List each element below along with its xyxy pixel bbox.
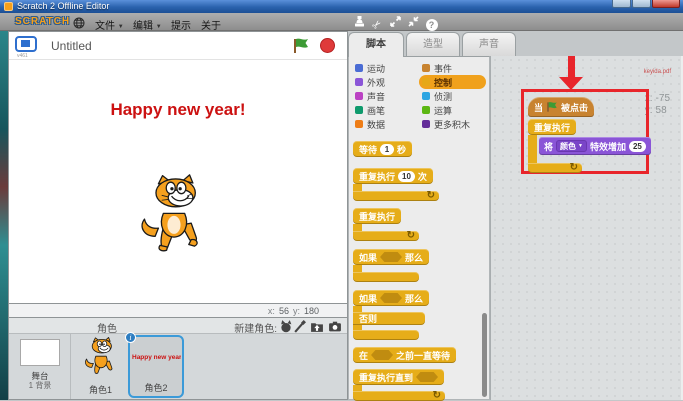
green-flag-icon (546, 101, 558, 113)
block-forever[interactable]: 重复执行 (353, 208, 401, 224)
cat-thumbnail (83, 336, 119, 378)
window-title: Scratch 2 Offline Editor (17, 1, 109, 11)
category-control[interactable]: 控制 (419, 75, 486, 89)
category-list: 运动 事件 外观 控制 声音 侦测 画笔 运算 数据 更多积木 (352, 61, 488, 131)
category-sensing[interactable]: 侦测 (419, 89, 486, 103)
cat-sprite[interactable] (136, 174, 212, 256)
boolean-slot (371, 350, 393, 360)
close-button[interactable] (652, 0, 680, 8)
sprite2-thumbnail-text: Happy new year! (132, 354, 181, 361)
menu-about[interactable]: 关于 (201, 17, 221, 32)
upload-sprite-icon[interactable] (310, 319, 325, 333)
block-palette: 运动 事件 外观 控制 声音 侦测 画笔 运算 数据 更多积木 等待1秒 重复执… (348, 56, 490, 400)
new-sprite-library-icon[interactable] (279, 319, 294, 333)
stage-header: v461 Untitled (9, 32, 347, 60)
camera-sprite-icon[interactable] (328, 319, 343, 333)
block-change-color-effect[interactable]: 将 颜色▼ 特效增加 25 (539, 137, 651, 155)
minimize-button[interactable] (612, 0, 631, 8)
project-title[interactable]: Untitled (51, 39, 92, 53)
stage-panel: v461 Untitled Happy new year! (8, 31, 348, 304)
maximize-button[interactable] (632, 0, 651, 8)
block-wait[interactable]: 等待1秒 (353, 141, 412, 157)
sprite-panel-header: 角色 新建角色: (9, 318, 347, 334)
scratch-logo: SCRATCH (15, 16, 70, 27)
stage-banner-sprite[interactable]: Happy new year! (9, 100, 347, 120)
sprite-panel: 角色 新建角色: 舞台 1 背景 (8, 317, 348, 400)
category-motion[interactable]: 运动 (352, 61, 419, 75)
new-sprite-label: 新建角色: (234, 320, 277, 335)
category-data[interactable]: 数据 (352, 117, 419, 131)
help-icon[interactable]: ? (424, 15, 439, 29)
tab-sounds[interactable]: 声音 (462, 32, 516, 56)
version-label: v461 (17, 53, 28, 59)
menu-file[interactable]: 文件 ▼ (95, 17, 124, 32)
loop-arrow-icon: ↻ (570, 163, 578, 173)
boolean-slot (416, 372, 438, 382)
sprite-item-1[interactable]: 角色1 (76, 336, 125, 398)
menu-tips[interactable]: 提示 (171, 17, 191, 32)
window-titlebar: Scratch 2 Offline Editor (0, 0, 683, 13)
sprite-list: 舞台 1 背景 角色1 i (9, 334, 347, 399)
block-when-flag-clicked[interactable]: 当 被点击 (528, 97, 594, 117)
paint-new-sprite-icon[interactable] (293, 319, 308, 333)
annotation-arrow (568, 56, 575, 77)
category-events[interactable]: 事件 (419, 61, 486, 75)
loop-arrow-icon: ↻ (427, 191, 435, 201)
menubar: SCRATCH 文件 ▼ 编辑 ▼ 提示 关于 ✂ ? (0, 13, 683, 31)
chevron-down-icon: ▼ (578, 143, 583, 149)
script-area[interactable]: keyida.pdf x:-75 y:58 当 被点击 重复执行 将 颜色▼ 特… (490, 56, 683, 400)
stop-button[interactable] (320, 38, 335, 53)
grow-icon[interactable] (388, 15, 403, 29)
shrink-icon[interactable] (406, 15, 421, 29)
stage-thumbnail[interactable] (20, 339, 60, 366)
sprite-item-2-selected[interactable]: i Happy new year! 角色2 (128, 335, 184, 398)
loop-arrow-icon: ↻ (407, 231, 415, 241)
delete-scissors-icon[interactable]: ✂ (370, 15, 385, 29)
tab-costumes[interactable]: 造型 (406, 32, 460, 56)
category-pen[interactable]: 画笔 (352, 103, 419, 117)
category-operators[interactable]: 运算 (419, 103, 486, 117)
sprite-info-icon[interactable]: i (125, 332, 136, 343)
duplicate-stamp-icon[interactable] (352, 15, 367, 29)
tab-scripts[interactable]: 脚本 (348, 32, 404, 57)
category-more-blocks[interactable]: 更多积木 (419, 117, 486, 131)
effect-dropdown[interactable]: 颜色▼ (556, 140, 587, 152)
language-globe-icon[interactable] (73, 16, 85, 28)
block-wait-until[interactable]: 在之前一直等待 (353, 347, 456, 363)
category-sound[interactable]: 声音 (352, 89, 419, 103)
mouse-position-readout: x:56 y:180 (8, 304, 348, 317)
watermark: keyida.pdf (644, 69, 671, 75)
chevron-down-icon: ▼ (156, 24, 162, 30)
boolean-slot (380, 252, 402, 262)
block-repeat[interactable]: 重复执行10次 (353, 168, 433, 184)
sprite-xy-readout: x:-75 y:58 (645, 93, 673, 117)
scratch-app-icon (4, 2, 13, 11)
category-looks[interactable]: 外观 (352, 75, 419, 89)
fullscreen-icon[interactable] (15, 36, 37, 52)
desktop-edge-strip (0, 13, 8, 400)
menu-edit[interactable]: 编辑 ▼ (133, 17, 162, 32)
block-if-then[interactable]: 如果那么 (353, 249, 429, 265)
sprites-title: 角色 (97, 320, 117, 335)
boolean-slot (380, 293, 402, 303)
chevron-down-icon: ▼ (118, 24, 124, 30)
green-flag-icon[interactable] (292, 37, 310, 55)
stage-canvas[interactable]: Happy new year! (9, 60, 347, 303)
block-if-else[interactable]: 如果那么 (353, 290, 429, 306)
stage-list-item[interactable]: 舞台 1 背景 (9, 334, 71, 399)
palette-scrollbar[interactable] (482, 313, 487, 397)
block-repeat-until[interactable]: 重复执行直到 (353, 369, 444, 385)
window-controls (612, 0, 680, 8)
block-forever-script[interactable]: 重复执行 (528, 119, 576, 135)
